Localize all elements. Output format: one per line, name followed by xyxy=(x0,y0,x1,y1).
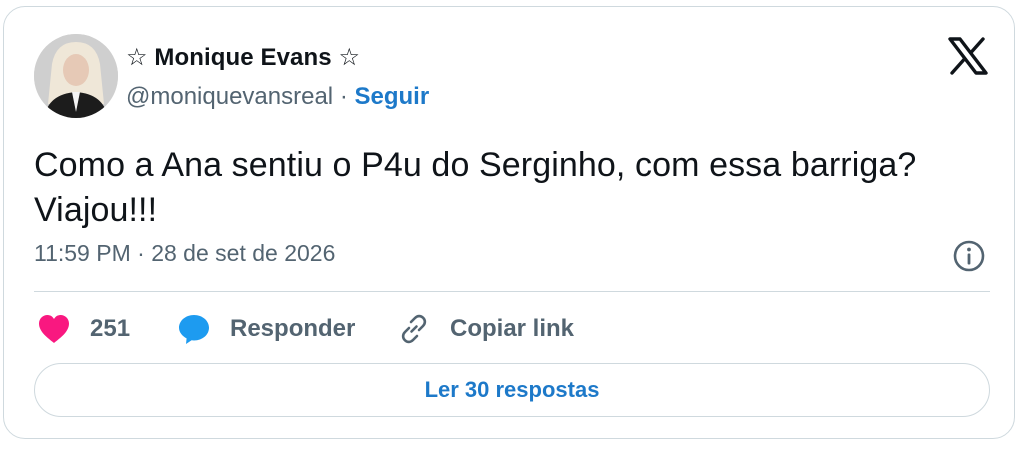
follow-button[interactable]: Seguir xyxy=(354,83,429,110)
x-logo-icon[interactable] xyxy=(948,37,988,75)
author-display-name[interactable]: ☆ Monique Evans ☆ xyxy=(126,43,360,72)
like-button[interactable]: 251 xyxy=(38,310,130,348)
timestamp-separator: · xyxy=(137,240,145,266)
avatar-image xyxy=(34,34,118,118)
tweet-card: ☆ Monique Evans ☆ @moniquevansreal · Seg… xyxy=(3,6,1015,439)
reply-bubble-icon xyxy=(179,315,209,344)
heart-icon xyxy=(39,315,69,343)
reply-label: Responder xyxy=(230,315,356,342)
divider xyxy=(34,291,990,292)
tweet-timestamp: 11:59 PM · 28 de set de 2026 xyxy=(34,240,335,267)
author-handle[interactable]: @moniquevansreal xyxy=(126,83,333,110)
tweet-text: Como a Ana sentiu o P4u do Serginho, com… xyxy=(34,146,917,229)
copy-link-button[interactable]: Copiar link xyxy=(398,310,574,348)
tweet-date[interactable]: 28 de set de 2026 xyxy=(151,240,335,266)
copy-link-label: Copiar link xyxy=(450,315,575,342)
read-replies-button[interactable]: Ler 30 respostas xyxy=(34,363,990,417)
author-handle-row: @moniquevansreal · Seguir xyxy=(126,83,429,111)
tweet-time[interactable]: 11:59 PM xyxy=(34,240,131,266)
info-icon[interactable] xyxy=(952,239,986,273)
link-icon xyxy=(401,314,427,344)
separator-dot: · xyxy=(339,83,348,110)
like-count: 251 xyxy=(90,315,131,342)
reply-button[interactable]: Responder xyxy=(178,310,355,348)
avatar[interactable] xyxy=(34,34,118,118)
